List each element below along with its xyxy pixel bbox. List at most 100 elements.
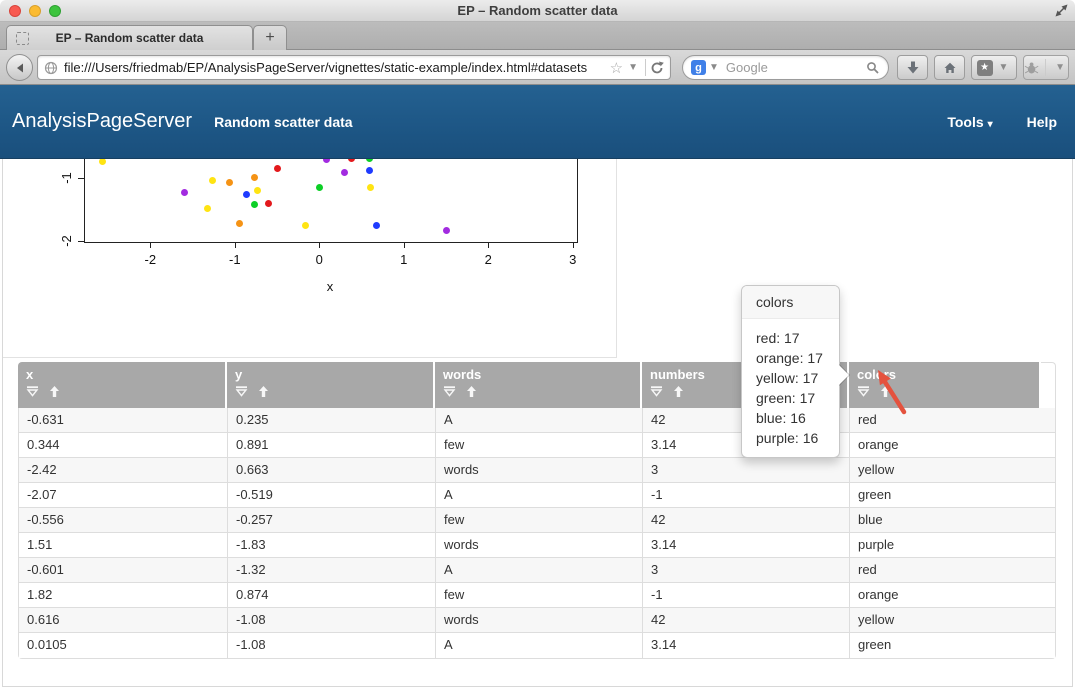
table-cell: words (435, 608, 642, 632)
table-cell: 0.344 (19, 433, 227, 457)
x-tick (150, 243, 151, 248)
table-cell: 42 (642, 608, 849, 632)
x-tick-label: -2 (135, 252, 165, 267)
scatter-point-yellow (302, 222, 309, 229)
filter-icon[interactable] (26, 385, 39, 398)
column-label: words (443, 367, 640, 382)
table-cell: -1.08 (227, 633, 435, 658)
x-tick-label: 2 (473, 252, 503, 267)
table-body: -0.6310.235A42red0.3440.891few3.14orange… (18, 408, 1056, 659)
popover-line: purple: 16 (756, 428, 825, 448)
table-cell: orange (849, 433, 1055, 457)
filter-icon[interactable] (650, 385, 663, 398)
y-tick (78, 178, 84, 179)
x-axis-label: x (320, 279, 340, 294)
x-tick-label: 0 (304, 252, 334, 267)
x-tick (235, 243, 236, 248)
table-cell: A (435, 558, 642, 582)
table-row: -0.556-0.257few42blue (19, 508, 1055, 533)
table-cell: 0.891 (227, 433, 435, 457)
scatter-point-yellow (99, 158, 106, 165)
table-cell: 1.51 (19, 533, 227, 557)
table-cell: 42 (642, 508, 849, 532)
popover-content: red: 17orange: 17yellow: 17green: 17blue… (742, 319, 839, 457)
table-cell: -2.07 (19, 483, 227, 507)
nav-page-title[interactable]: Random scatter data (214, 114, 352, 130)
column-header-icons (235, 385, 433, 398)
popover-title: colors (742, 286, 839, 319)
table-cell: 0.874 (227, 583, 435, 607)
table-cell: -0.631 (19, 408, 227, 432)
table-row: -0.601-1.32A3red (19, 558, 1055, 583)
table-row: -2.420.663words3yellow (19, 458, 1055, 483)
table-cell: -1 (642, 583, 849, 607)
scatter-point-blue (243, 191, 250, 198)
filter-icon[interactable] (443, 385, 456, 398)
sort-icon[interactable] (257, 385, 270, 398)
x-tick (404, 243, 405, 248)
table-cell: few (435, 508, 642, 532)
table-cell: 1.82 (19, 583, 227, 607)
table-row: 0.616-1.08words42yellow (19, 608, 1055, 633)
table-cell: yellow (849, 608, 1055, 632)
popover-line: orange: 17 (756, 348, 825, 368)
column-header-words[interactable]: words (435, 362, 640, 408)
scatter-point-blue (373, 222, 380, 229)
table-cell: green (849, 633, 1055, 658)
scatter-point-blue (366, 167, 373, 174)
popover-line: red: 17 (756, 328, 825, 348)
plot-box (84, 159, 578, 243)
x-tick (573, 243, 574, 248)
scatter-point-purple (443, 227, 450, 234)
table-cell: purple (849, 533, 1055, 557)
browser-window: EP – Random scatter data EP – Random sca… (0, 0, 1075, 688)
column-header-x[interactable]: x (18, 362, 225, 408)
table-cell: -0.601 (19, 558, 227, 582)
table-cell: few (435, 583, 642, 607)
table-cell: blue (849, 508, 1055, 532)
sort-icon[interactable] (465, 385, 478, 398)
tools-menu[interactable]: Tools▾ (947, 114, 992, 130)
scatter-point-red (265, 200, 272, 207)
chevron-down-icon: ▾ (988, 119, 993, 130)
y-tick-label: -1 (59, 168, 73, 188)
filter-icon[interactable] (235, 385, 248, 398)
table-cell: -1.83 (227, 533, 435, 557)
table-cell: red (849, 558, 1055, 582)
table-cell: 0.616 (19, 608, 227, 632)
popover-line: blue: 16 (756, 408, 825, 428)
x-tick (488, 243, 489, 248)
column-header-y[interactable]: y (227, 362, 433, 408)
table-cell: orange (849, 583, 1055, 607)
scatter-point-red (274, 165, 281, 172)
table-cell: -2.42 (19, 458, 227, 482)
popover-arrow (839, 364, 850, 386)
scatter-point-orange (236, 220, 243, 227)
y-tick (78, 241, 84, 242)
app-navbar: AnalysisPageServer Random scatter data T… (0, 85, 1075, 159)
x-tick-label: -1 (220, 252, 250, 267)
table-cell: green (849, 483, 1055, 507)
sort-icon[interactable] (672, 385, 685, 398)
help-menu[interactable]: Help (1027, 114, 1057, 130)
table-cell: -0.257 (227, 508, 435, 532)
table-row: -2.07-0.519A-1green (19, 483, 1055, 508)
scatter-point-purple (181, 189, 188, 196)
table-cell: -1 (642, 483, 849, 507)
x-tick-label: 3 (558, 252, 588, 267)
header-spacer (1041, 362, 1056, 408)
colors-popover: colors red: 17orange: 17yellow: 17green:… (741, 285, 840, 458)
scatter-point-yellow (367, 184, 374, 191)
scatter-point-green (316, 184, 323, 191)
column-header-icons (443, 385, 640, 398)
table-cell: -1.08 (227, 608, 435, 632)
table-cell: 3.14 (642, 533, 849, 557)
table-cell: words (435, 533, 642, 557)
table-cell: few (435, 433, 642, 457)
column-header-icons (26, 385, 225, 398)
table-cell: 3 (642, 558, 849, 582)
sort-icon[interactable] (48, 385, 61, 398)
app-brand[interactable]: AnalysisPageServer (12, 110, 192, 133)
column-label: y (235, 367, 433, 382)
table-row: 1.51-1.83words3.14purple (19, 533, 1055, 558)
